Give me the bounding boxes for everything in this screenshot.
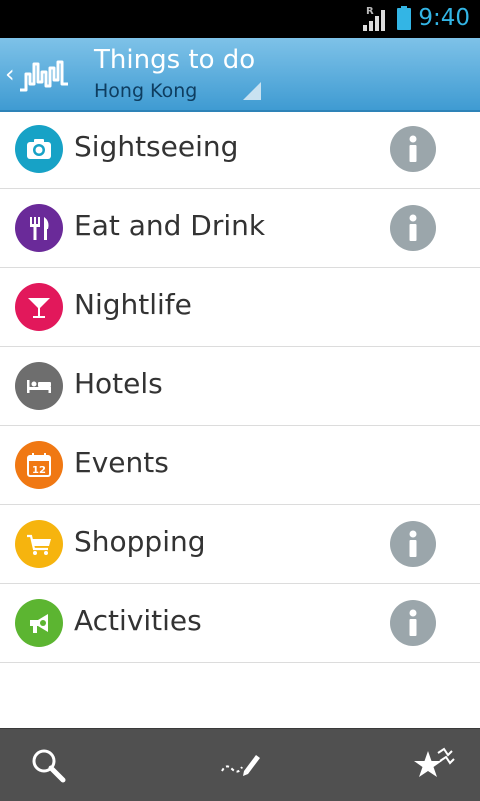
- info-icon: [409, 530, 417, 557]
- search-button[interactable]: [26, 743, 70, 787]
- info-button[interactable]: [390, 600, 436, 646]
- signal-strength-icon: [363, 10, 385, 31]
- list-item-activities[interactable]: Activities: [0, 584, 480, 663]
- bottom-toolbar: [0, 728, 480, 801]
- list-item-nightlife[interactable]: Nightlife: [0, 268, 480, 347]
- location-subtitle[interactable]: Hong Kong: [94, 80, 197, 102]
- route-button[interactable]: [218, 743, 262, 787]
- info-icon: [409, 135, 417, 162]
- city-skyline-icon[interactable]: [18, 54, 70, 94]
- camera-icon: [15, 125, 63, 173]
- info-button[interactable]: [390, 521, 436, 567]
- list-item-sightseeing[interactable]: Sightseeing: [0, 110, 480, 189]
- calendar-day: 12: [32, 465, 46, 476]
- route-pencil-icon: [221, 755, 260, 776]
- page-title[interactable]: Things to do: [94, 45, 255, 75]
- fork-knife-icon: [15, 204, 63, 252]
- status-bar: R 9:40: [0, 0, 480, 38]
- cocktail-icon: [15, 283, 63, 331]
- list-item-label: Events: [74, 446, 169, 479]
- calendar-icon: 12: [15, 441, 63, 489]
- list-item-eat-and-drink[interactable]: Eat and Drink: [0, 189, 480, 268]
- search-icon: [32, 749, 66, 783]
- list-item-hotels[interactable]: Hotels: [0, 347, 480, 426]
- list-item-events[interactable]: 12 Events: [0, 426, 480, 505]
- list-item-label: Sightseeing: [74, 130, 239, 163]
- list-item-label: Shopping: [74, 525, 206, 558]
- list-item-label: Hotels: [74, 367, 163, 400]
- info-icon: [409, 214, 417, 241]
- info-button[interactable]: [390, 126, 436, 172]
- shopping-cart-icon: [15, 520, 63, 568]
- chevron-left-icon[interactable]: ‹: [5, 60, 15, 88]
- list-item-shopping[interactable]: Shopping: [0, 505, 480, 584]
- bed-icon: [15, 362, 63, 410]
- category-list: Sightseeing Eat and Drink Nightlife Hote…: [0, 110, 480, 663]
- dropdown-indicator-icon[interactable]: [243, 82, 261, 100]
- megaphone-icon: [15, 599, 63, 647]
- battery-icon: [397, 6, 411, 30]
- favorite-stars-icon: [414, 747, 455, 777]
- list-item-label: Activities: [74, 604, 202, 637]
- info-icon: [409, 609, 417, 636]
- list-item-label: Eat and Drink: [74, 209, 266, 242]
- list-item-label: Nightlife: [74, 288, 192, 321]
- clock: 9:40: [418, 5, 470, 31]
- info-button[interactable]: [390, 205, 436, 251]
- favorites-button[interactable]: [412, 743, 456, 787]
- action-bar: ‹ Things to do Hong Kong: [0, 38, 480, 112]
